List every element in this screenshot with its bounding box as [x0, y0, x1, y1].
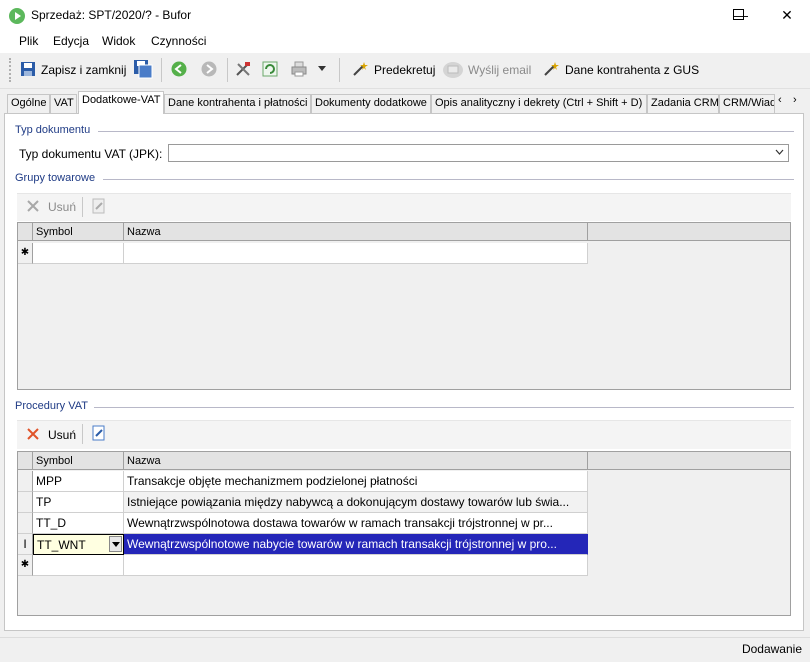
new-row-marker: ✱	[18, 555, 33, 576]
new-row-marker: ✱	[18, 243, 33, 264]
toolbar-separator	[227, 58, 228, 82]
tab-dodatkowe-vat[interactable]: Dodatkowe-VAT	[78, 91, 164, 114]
vat-procedures-toolbar	[17, 420, 791, 449]
back-arrow-icon[interactable]	[171, 61, 187, 77]
table-row-symbol[interactable]: TT_D	[33, 513, 124, 534]
vat-procedures-remove-button[interactable]: Usuń	[48, 428, 76, 442]
tab-dokumenty-dodatkowe[interactable]: Dokumenty dodatkowe	[311, 94, 431, 113]
doc-type-section-title: Typ dokumentu	[15, 124, 91, 136]
table-row-name-selected[interactable]: Wewnątrzwspólnotowe nabycie towarów w ra…	[124, 534, 588, 555]
new-row-name-cell[interactable]	[124, 243, 588, 264]
toolbar-separator	[82, 424, 83, 444]
gus-data-button[interactable]: Dane kontrahenta z GUS	[565, 63, 699, 77]
magic-wand-icon	[353, 62, 368, 76]
menu-widok[interactable]: Widok	[102, 34, 135, 48]
toolbar-separator	[161, 58, 162, 82]
gus-wand-icon	[544, 62, 559, 76]
edit-document-icon[interactable]	[92, 425, 106, 441]
edit-document-icon[interactable]	[92, 198, 106, 214]
new-row-symbol-cell[interactable]	[33, 555, 124, 576]
column-divider	[587, 452, 588, 470]
chevron-down-icon	[775, 149, 784, 155]
editing-row-marker[interactable]: I	[18, 534, 33, 555]
symbol-dropdown-button[interactable]	[109, 536, 122, 552]
status-mode: Dodawanie	[741, 642, 802, 656]
tools-icon[interactable]	[235, 61, 251, 77]
new-row-symbol-cell[interactable]	[33, 243, 124, 264]
product-groups-col-symbol[interactable]: Symbol	[36, 224, 73, 240]
send-email-button[interactable]: Wyślij email	[468, 63, 531, 77]
column-divider	[123, 223, 124, 241]
symbol-dropdown-value: TT_WNT	[37, 538, 86, 552]
table-row-name[interactable]: Istniejące powiązania między nabywcą a d…	[124, 492, 588, 513]
section-divider	[103, 179, 794, 180]
save-icon	[21, 62, 35, 76]
maximize-button[interactable]	[733, 9, 744, 20]
doc-type-select[interactable]	[168, 144, 789, 162]
tab-scroll-left-icon[interactable]: ‹	[778, 94, 782, 106]
product-groups-col-name[interactable]: Nazwa	[127, 224, 161, 240]
dropdown-arrow-icon	[112, 542, 120, 547]
tab-dane-kontrahenta[interactable]: Dane kontrahenta i płatności	[164, 94, 311, 113]
toolbar-separator	[82, 197, 83, 217]
product-groups-toolbar	[17, 193, 791, 221]
status-bar	[0, 637, 810, 662]
tab-crm-wiad[interactable]: CRM/Wiad	[719, 94, 775, 113]
tab-opis-analityczny[interactable]: Opis analityczny i dekrety (Ctrl + Shift…	[431, 94, 647, 113]
menu-edycja[interactable]: Edycja	[53, 34, 89, 48]
print-icon[interactable]	[291, 61, 307, 77]
section-divider	[94, 407, 794, 408]
column-divider	[123, 452, 124, 470]
section-divider	[98, 131, 794, 132]
table-row-symbol[interactable]: TP	[33, 492, 124, 513]
table-row-symbol[interactable]: MPP	[33, 471, 124, 492]
remove-x-icon	[27, 200, 39, 212]
vat-procedures-section-title: Procedury VAT	[15, 400, 88, 412]
refresh-icon[interactable]	[262, 61, 278, 77]
column-divider	[32, 452, 33, 470]
tab-vat[interactable]: VAT	[50, 94, 77, 113]
close-button[interactable]: ✕	[764, 0, 810, 31]
column-divider	[587, 223, 588, 241]
predekretuj-button[interactable]: Predekretuj	[374, 63, 435, 77]
row-header[interactable]	[18, 492, 33, 513]
print-dropdown-icon[interactable]	[318, 66, 326, 71]
vat-procedures-col-name[interactable]: Nazwa	[127, 453, 161, 469]
email-icon	[443, 62, 463, 78]
remove-x-icon	[27, 428, 39, 440]
product-groups-section-title: Grupy towarowe	[15, 172, 96, 184]
product-groups-remove-button[interactable]: Usuń	[48, 200, 76, 214]
table-row-name[interactable]: Wewnątrzwspólnotowa dostawa towarów w ra…	[124, 513, 588, 534]
toolbar-separator	[339, 58, 340, 82]
menu-czynnosci[interactable]: Czynności	[151, 34, 206, 48]
forward-arrow-icon[interactable]	[201, 61, 217, 77]
app-icon	[9, 8, 25, 24]
save-as-icon[interactable]	[133, 59, 153, 79]
tab-scroll-right-icon[interactable]: ›	[793, 94, 797, 106]
column-divider	[32, 223, 33, 241]
vat-procedures-col-symbol[interactable]: Symbol	[36, 453, 73, 469]
window-title: Sprzedaż: SPT/2020/? - Bufor	[31, 8, 192, 22]
tab-ogolne[interactable]: Ogólne	[7, 94, 50, 113]
tab-zadania-crm[interactable]: Zadania CRM	[647, 94, 719, 113]
menu-plik[interactable]: Plik	[19, 34, 38, 48]
row-header[interactable]	[18, 471, 33, 492]
doc-type-field-label: Typ dokumentu VAT (JPK):	[19, 147, 163, 161]
toolbar-grip	[9, 58, 12, 82]
save-and-close-button[interactable]: Zapisz i zamknij	[41, 63, 126, 77]
table-row-name[interactable]: Transakcje objęte mechanizmem podzielone…	[124, 471, 588, 492]
row-header[interactable]	[18, 513, 33, 534]
new-row-name-cell[interactable]	[124, 555, 588, 576]
